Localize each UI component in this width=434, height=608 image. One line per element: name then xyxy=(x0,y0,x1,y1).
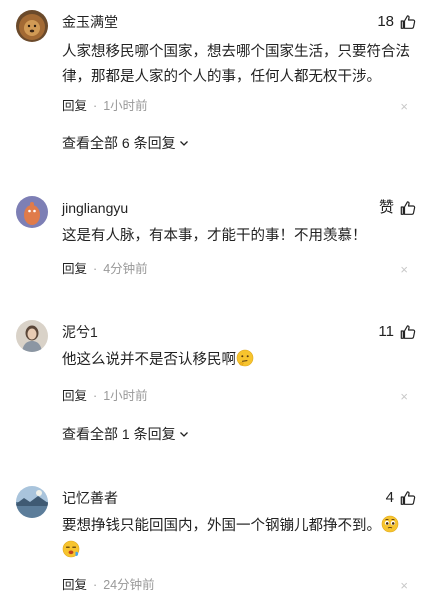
comment-time: 1小时前 xyxy=(103,99,148,113)
chevron-down-icon xyxy=(179,141,188,146)
comment-username[interactable]: 泥兮1 xyxy=(62,322,98,342)
thumbs-up-icon xyxy=(400,325,416,339)
comment-meta: 回复 · 1小时前 xyxy=(62,97,148,115)
view-all-replies-label: 查看全部 1 条回复 xyxy=(62,426,176,442)
comment-text: 他这么说并不是否认移民啊 xyxy=(62,352,236,368)
view-all-replies-button[interactable]: 查看全部 1 条回复 xyxy=(62,424,190,444)
reply-button[interactable]: 回复 xyxy=(62,576,87,594)
comment-item: 金玉满堂 18 人家想移民哪个国家，想去哪个国家生活，只要符合法律，那都是人家的… xyxy=(0,0,434,160)
close-icon[interactable]: × xyxy=(400,577,408,595)
view-all-replies-button[interactable]: 查看全部 6 条回复 xyxy=(62,133,190,153)
fainting-emoji-icon xyxy=(62,540,80,558)
lion-avatar-icon[interactable] xyxy=(16,10,48,42)
meta-separator: · xyxy=(93,262,98,276)
like-button[interactable]: 18 xyxy=(377,12,416,32)
comment-meta: 回复 · 1小时前 xyxy=(62,387,148,405)
comment-content: 人家想移民哪个国家，想去哪个国家生活，只要符合法律，那都是人家的个人的事，任何人… xyxy=(62,44,410,85)
thumbs-up-icon xyxy=(400,491,416,505)
meta-separator: · xyxy=(93,389,98,403)
like-count: 11 xyxy=(378,323,394,340)
comment-username[interactable]: 记忆善者 xyxy=(62,488,118,508)
comment-item: 记忆善者 4 要想挣钱只能回国内，外国一个钢镚儿都挣不到。 回复 · 24分钟前… xyxy=(0,480,434,608)
reply-button[interactable]: 回复 xyxy=(62,97,87,115)
comment-content: 这是有人脉，有本事，才能干的事！不用羡慕！ xyxy=(62,228,367,244)
close-icon[interactable]: × xyxy=(400,388,408,406)
chevron-down-icon xyxy=(179,432,188,437)
comment-username[interactable]: jingliangyu xyxy=(62,198,128,218)
meta-separator: · xyxy=(93,578,98,592)
person-avatar-icon[interactable] xyxy=(16,320,48,352)
comment-meta: 回复 · 24分钟前 xyxy=(62,576,155,594)
comment-item: jingliangyu 赞 这是有人脉，有本事，才能干的事！不用羡慕！ 回复 ·… xyxy=(0,190,434,290)
like-button[interactable]: 赞 xyxy=(379,198,416,218)
comment-time: 4分钟前 xyxy=(103,262,148,276)
like-button[interactable]: 11 xyxy=(378,322,416,342)
comment-text: 要想挣钱只能回国内，外国一个钢镚儿都挣不到。 xyxy=(62,518,381,534)
comment-content: 要想挣钱只能回国内，外国一个钢镚儿都挣不到。 xyxy=(62,514,418,564)
comment-item: 泥兮1 11 他这么说并不是否认移民啊 回复 · 1小时前 × 查看全部 1 条… xyxy=(0,312,434,452)
like-button[interactable]: 4 xyxy=(386,488,416,508)
like-count: 赞 xyxy=(378,199,394,216)
view-all-replies-label: 查看全部 6 条回复 xyxy=(62,135,176,151)
meta-separator: · xyxy=(93,99,98,113)
reply-button[interactable]: 回复 xyxy=(62,387,87,405)
comment-meta: 回复 · 4分钟前 xyxy=(62,260,148,278)
like-count: 4 xyxy=(385,489,394,506)
close-icon[interactable]: × xyxy=(400,98,408,116)
reply-button[interactable]: 回复 xyxy=(62,260,87,278)
cartoon-avatar-icon[interactable] xyxy=(16,196,48,228)
comment-time: 1小时前 xyxy=(103,389,148,403)
pleading-emoji-icon xyxy=(381,515,399,533)
like-count: 18 xyxy=(377,13,394,30)
comment-content: 他这么说并不是否认移民啊 xyxy=(62,348,418,373)
thumbs-up-icon xyxy=(400,15,416,29)
close-icon[interactable]: × xyxy=(400,261,408,279)
thinking-emoji-icon xyxy=(236,349,254,367)
thumbs-up-icon xyxy=(400,201,416,215)
comment-time: 24分钟前 xyxy=(103,578,155,592)
comment-username[interactable]: 金玉满堂 xyxy=(62,12,118,32)
landscape-avatar-icon[interactable] xyxy=(16,486,48,518)
